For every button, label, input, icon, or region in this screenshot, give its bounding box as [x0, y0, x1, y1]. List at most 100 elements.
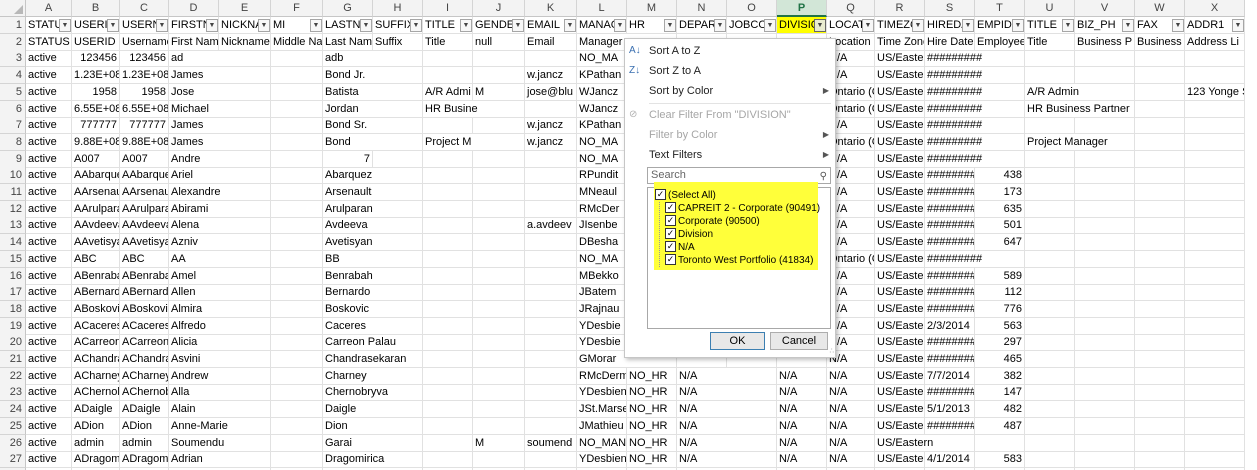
row-header[interactable]: 24 [0, 401, 26, 419]
filter-dropdown-button[interactable]: ▼ [1232, 19, 1244, 32]
filter-value-item[interactable]: ✓ CAPREIT 2 - Corporate (90491) [665, 201, 820, 215]
checkbox-checked-icon[interactable]: ✓ [665, 253, 676, 265]
row-header[interactable]: 12 [0, 200, 26, 218]
row-header[interactable]: 22 [0, 367, 26, 385]
checkbox-checked-icon[interactable]: ✓ [665, 240, 676, 252]
column-header-r[interactable]: R [875, 0, 925, 17]
sort-z-to-a-item[interactable]: Z↓ Sort Z to A [625, 61, 835, 81]
filter-dropdown-button[interactable]: ▼ [862, 19, 874, 32]
row-header[interactable]: 20 [0, 334, 26, 352]
ok-button[interactable]: OK [710, 332, 765, 350]
filter-dropdown-button[interactable]: ▼ [912, 19, 924, 32]
column-header-m[interactable]: M [627, 0, 677, 17]
table-cell [219, 451, 271, 469]
column-header-d[interactable]: D [169, 0, 219, 17]
column-header-e[interactable]: E [219, 0, 271, 17]
filter-dropdown-button[interactable]: ▼ [156, 19, 168, 32]
row-header[interactable]: 7 [0, 117, 26, 135]
cancel-button[interactable]: Cancel [770, 332, 828, 350]
row-header[interactable]: 19 [0, 317, 26, 335]
sort-by-color-item[interactable]: Sort by Color ▶ [625, 81, 835, 101]
column-header-k[interactable]: K [525, 0, 577, 17]
checkbox-checked-icon[interactable]: ✓ [665, 214, 676, 226]
filter-dropdown-button[interactable]: ▼ [310, 19, 322, 32]
column-header-t[interactable]: T [975, 0, 1025, 17]
filter-dropdown-button[interactable]: ▼ [107, 19, 119, 32]
column-header-g[interactable]: G [323, 0, 373, 17]
filter-dropdown-button[interactable]: ▼ [764, 19, 776, 32]
row-header[interactable]: 10 [0, 167, 26, 185]
row-header[interactable]: 23 [0, 384, 26, 402]
row-header[interactable]: 1 [0, 17, 26, 34]
column-header-x[interactable]: X [1185, 0, 1245, 17]
filter-dropdown-button[interactable]: ▼ [614, 19, 626, 32]
column-header-b[interactable]: B [72, 0, 120, 17]
text-filters-item[interactable]: Text Filters ▶ [625, 145, 835, 165]
column-header-a[interactable]: A [26, 0, 72, 17]
filter-value-item[interactable]: ✓ (Select All) [655, 188, 716, 202]
column-header-j[interactable]: J [473, 0, 525, 17]
checkbox-checked-icon[interactable]: ✓ [665, 201, 676, 213]
filter-by-color-item[interactable]: Filter by Color ▶ [625, 125, 835, 145]
filter-dropdown-button[interactable]: ▼ [460, 19, 472, 32]
row-header[interactable]: 17 [0, 284, 26, 302]
filter-dropdown-button[interactable]: ▼ [59, 19, 71, 32]
row-header[interactable]: 13 [0, 217, 26, 235]
filter-dropdown-button[interactable]: ▼ [814, 19, 826, 32]
column-header-v[interactable]: V [1075, 0, 1135, 17]
row-header[interactable]: 6 [0, 100, 26, 118]
row-header[interactable]: 3 [0, 50, 26, 68]
column-header-n[interactable]: N [677, 0, 727, 17]
filter-dropdown-button[interactable]: ▼ [664, 19, 676, 32]
checkbox-checked-icon[interactable]: ✓ [655, 188, 666, 200]
table-cell: USERID [72, 33, 120, 51]
column-header-i[interactable]: I [423, 0, 473, 17]
filter-dropdown-button[interactable]: ▼ [564, 19, 576, 32]
filter-dropdown-button[interactable]: ▼ [258, 19, 270, 32]
filter-dropdown-button[interactable]: ▼ [410, 19, 422, 32]
filter-value-item[interactable]: ✓ Corporate (90500) [665, 214, 760, 228]
filter-dropdown-button[interactable]: ▼ [360, 19, 372, 32]
column-header-q[interactable]: Q [827, 0, 875, 17]
filter-dropdown-button[interactable]: ▼ [1062, 19, 1074, 32]
row-header[interactable]: 18 [0, 300, 26, 318]
row-header[interactable]: 21 [0, 351, 26, 368]
filter-value-item[interactable]: ✓ Division [665, 227, 713, 241]
column-header-h[interactable]: H [373, 0, 423, 17]
sort-a-to-z-item[interactable]: A↓ Sort A to Z [625, 41, 835, 61]
column-header-c[interactable]: C [120, 0, 169, 17]
row-header[interactable]: 8 [0, 133, 26, 151]
clear-filter-item[interactable]: ⊘ Clear Filter From "DIVISION" [625, 105, 835, 125]
row-header[interactable]: 25 [0, 417, 26, 435]
row-header[interactable]: 15 [0, 250, 26, 268]
column-header-p[interactable]: P [777, 0, 827, 17]
row-header[interactable]: 26 [0, 434, 26, 452]
filter-dropdown-button[interactable]: ▼ [206, 19, 218, 32]
filter-dropdown-button[interactable]: ▼ [1122, 19, 1134, 32]
row-header[interactable]: 5 [0, 83, 26, 101]
row-header[interactable]: 9 [0, 150, 26, 168]
filter-dropdown-button[interactable]: ▼ [714, 19, 726, 32]
select-all-corner[interactable] [0, 0, 26, 17]
table-cell: ACharney [72, 367, 120, 385]
resize-grip-icon[interactable]: ∴ [830, 347, 835, 355]
row-header[interactable]: 16 [0, 267, 26, 285]
filter-dropdown-button[interactable]: ▼ [512, 19, 524, 32]
filter-dropdown-button[interactable]: ▼ [1172, 19, 1184, 32]
column-header-s[interactable]: S [925, 0, 975, 17]
column-header-w[interactable]: W [1135, 0, 1185, 17]
column-header-u[interactable]: U [1025, 0, 1075, 17]
row-header[interactable]: 2 [0, 33, 26, 51]
row-header[interactable]: 11 [0, 184, 26, 201]
filter-value-item[interactable]: ✓ Toronto West Portfolio (41834) [665, 253, 813, 267]
row-header[interactable]: 4 [0, 67, 26, 85]
column-header-f[interactable]: F [271, 0, 323, 17]
filter-dropdown-button[interactable]: ▼ [962, 19, 974, 32]
checkbox-checked-icon[interactable]: ✓ [665, 227, 676, 239]
column-header-l[interactable]: L [577, 0, 627, 17]
row-header[interactable]: 27 [0, 451, 26, 469]
filter-value-item[interactable]: ✓ N/A [665, 240, 695, 254]
row-header[interactable]: 14 [0, 234, 26, 252]
column-header-o[interactable]: O [727, 0, 777, 17]
filter-dropdown-button[interactable]: ▼ [1012, 19, 1024, 32]
